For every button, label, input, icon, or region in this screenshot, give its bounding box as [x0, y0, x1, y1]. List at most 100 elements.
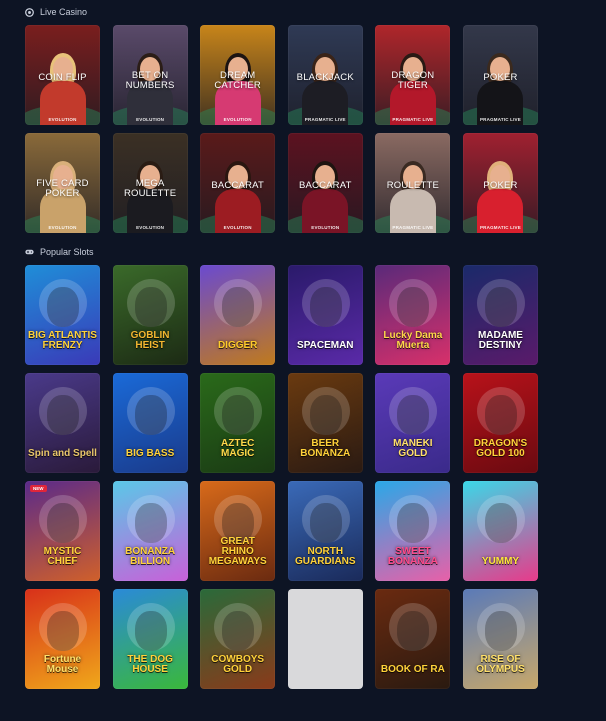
- live-game-provider: EVOLUTION: [311, 225, 340, 230]
- slot-game-tile[interactable]: SWEET BONANZA: [375, 481, 451, 581]
- live-game-tile[interactable]: ROULETTE PRAGMATIC LIVE: [375, 133, 451, 233]
- slot-game-logo: MANEKI GOLD: [393, 438, 433, 459]
- slot-art-character: [134, 395, 167, 435]
- live-game-name: FIVE CARD POKER: [36, 178, 89, 199]
- slot-game-tile[interactable]: Lucky Dama Muerta: [375, 265, 451, 365]
- slot-game-logo: BIG ATLANTIS FRENZY: [28, 330, 97, 351]
- dealer-figure: [302, 161, 349, 233]
- slot-game-tile[interactable]: NORTH GUARDIANS: [287, 481, 363, 581]
- slot-game-logo: BEER BONANZA: [300, 438, 351, 459]
- slot-art-character: [484, 395, 517, 435]
- slot-game-logo: MADAME DESTINY: [477, 330, 523, 351]
- live-game-tile[interactable]: DRAGON TIGER PRAGMATIC LIVE: [375, 25, 451, 125]
- live-game-provider: EVOLUTION: [48, 117, 77, 122]
- slot-game-tile[interactable]: Spin and Spell: [25, 373, 100, 473]
- slot-art-character: [309, 287, 342, 327]
- slot-game-logo: DIGGER: [217, 340, 258, 351]
- slot-art-character: [397, 287, 430, 327]
- live-game-provider: EVOLUTION: [136, 117, 165, 122]
- popular-slots-title: Popular Slots: [40, 247, 94, 257]
- slot-game-tile[interactable]: MADAME DESTINY: [462, 265, 538, 365]
- dealer-figure: [302, 53, 349, 125]
- live-game-tile[interactable]: POKER PRAGMATIC LIVE: [462, 25, 538, 125]
- slot-game-logo: AZTEC MAGIC: [221, 438, 255, 459]
- slot-game-logo: SPACEMAN: [297, 340, 354, 351]
- live-game-name: COIN FLIP: [38, 72, 87, 83]
- live-game-provider: EVOLUTION: [223, 117, 252, 122]
- slot-game-logo: BOOK OF RA: [380, 664, 445, 675]
- live-game-tile[interactable]: COIN FLIP EVOLUTION: [25, 25, 100, 125]
- slot-art-character: [484, 503, 517, 543]
- slot-game-logo: BIG BASS: [125, 448, 175, 459]
- gamepad-icon: [25, 248, 34, 257]
- live-game-provider: PRAGMATIC LIVE: [392, 117, 434, 122]
- slot-game-logo: Spin and Spell: [28, 448, 97, 459]
- slot-art-character: [222, 395, 255, 435]
- slot-game-tile[interactable]: YUMMY: [462, 481, 538, 581]
- slot-art-character: [397, 503, 430, 543]
- live-game-provider: PRAGMATIC LIVE: [392, 225, 434, 230]
- slot-game-logo: GREAT RHINO MEGAWAYS: [208, 536, 267, 567]
- slot-game-tile[interactable]: AZTEC MAGIC: [200, 373, 276, 473]
- slot-game-tile[interactable]: BEER BONANZA: [287, 373, 363, 473]
- live-game-provider: EVOLUTION: [136, 225, 165, 230]
- slot-game-tile[interactable]: SPACEMAN: [287, 265, 363, 365]
- slot-game-tile[interactable]: BONANZA BILLION: [112, 481, 188, 581]
- slot-art-character: [222, 611, 255, 651]
- live-casino-grid: COIN FLIP EVOLUTION BET ON NUMBERS EVOLUTIO…: [25, 25, 538, 233]
- slot-game-logo: NORTH GUARDIANS: [295, 546, 356, 567]
- slot-art-character: [484, 287, 517, 327]
- slot-game-tile[interactable]: NEW MYSTIC CHIEF: [25, 481, 100, 581]
- live-game-tile[interactable]: DREAM CATCHER EVOLUTION: [200, 25, 276, 125]
- slot-art-character: [134, 503, 167, 543]
- popular-slots-grid: BIG ATLANTIS FRENZY GOBLIN HEIST DIGGER SPA…: [25, 265, 538, 689]
- slot-game-tile[interactable]: Fortune Mouse: [25, 589, 100, 689]
- dealer-figure: [477, 161, 524, 233]
- slot-game-tile[interactable]: BOOK OF RA: [375, 589, 451, 689]
- live-game-name: DREAM CATCHER: [214, 70, 261, 91]
- slot-game-tile[interactable]: DRAGON'S GOLD 100: [462, 373, 538, 473]
- live-casino-title: Live Casino: [40, 7, 88, 17]
- slot-art-character: [134, 611, 167, 651]
- slot-game-logo: THE DOG HOUSE: [127, 654, 173, 675]
- live-game-tile[interactable]: BACCARAT EVOLUTION: [200, 133, 276, 233]
- live-game-tile[interactable]: POKER PRAGMATIC LIVE: [462, 133, 538, 233]
- slot-game-tile[interactable]: MANEKI GOLD: [375, 373, 451, 473]
- live-game-name: BET ON NUMBERS: [125, 70, 175, 91]
- live-game-provider: PRAGMATIC LIVE: [479, 117, 521, 122]
- live-game-name: BACCARAT: [211, 180, 264, 191]
- live-game-tile[interactable]: BLACKJACK PRAGMATIC LIVE: [287, 25, 363, 125]
- slot-game-tile[interactable]: GOBLIN HEIST: [112, 265, 188, 365]
- slot-art-character: [222, 287, 255, 327]
- live-game-tile[interactable]: BET ON NUMBERS EVOLUTION: [112, 25, 188, 125]
- live-game-tile[interactable]: BACCARAT EVOLUTION: [287, 133, 363, 233]
- slot-game-tile[interactable]: THE DOG HOUSE: [112, 589, 188, 689]
- slot-art-character: [309, 503, 342, 543]
- slot-game-logo: Fortune Mouse: [43, 654, 82, 675]
- popular-slots-header: Popular Slots: [25, 247, 94, 257]
- slot-game-tile[interactable]: BIG BASS: [112, 373, 188, 473]
- slot-game-tile[interactable]: RISE OF OLYMPUS: [462, 589, 538, 689]
- live-game-provider: EVOLUTION: [48, 225, 77, 230]
- slot-art-character: [397, 611, 430, 651]
- dealer-figure: [477, 53, 524, 125]
- slot-art-character: [134, 287, 167, 327]
- live-casino-header: Live Casino: [25, 7, 87, 17]
- slot-game-logo: YUMMY: [481, 556, 520, 567]
- slot-game-tile[interactable]: COWBOYS GOLD: [200, 589, 276, 689]
- slot-art-character: [47, 395, 79, 435]
- live-game-provider: PRAGMATIC LIVE: [304, 117, 346, 122]
- live-game-tile[interactable]: FIVE CARD POKER EVOLUTION: [25, 133, 100, 233]
- chip-icon: [25, 7, 34, 17]
- slot-game-logo: Lucky Dama Muerta: [383, 330, 443, 351]
- slot-art-character: [309, 395, 342, 435]
- slot-game-tile[interactable]: GREAT RHINO MEGAWAYS: [200, 481, 276, 581]
- dealer-figure: [39, 53, 86, 125]
- slot-game-logo: DRAGON'S GOLD 100: [473, 438, 528, 459]
- live-game-tile[interactable]: MEGA ROULETTE EVOLUTION: [112, 133, 188, 233]
- slot-placeholder-tile[interactable]: [287, 589, 363, 689]
- slot-game-logo: GOBLIN HEIST: [130, 330, 170, 351]
- live-game-name: ROULETTE: [386, 180, 440, 191]
- slot-game-tile[interactable]: BIG ATLANTIS FRENZY: [25, 265, 100, 365]
- slot-game-tile[interactable]: DIGGER: [200, 265, 276, 365]
